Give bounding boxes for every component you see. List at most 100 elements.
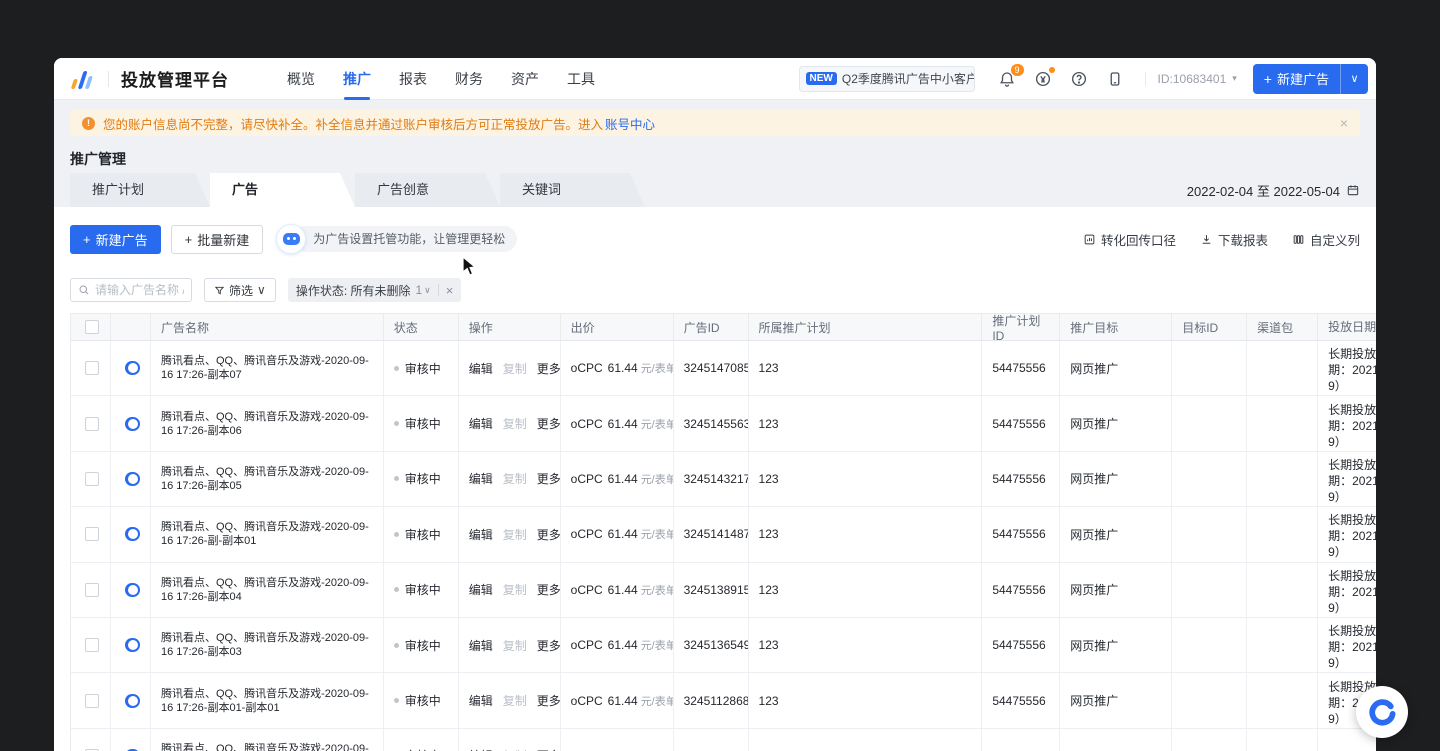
nav-item-finance[interactable]: 财务	[441, 58, 497, 100]
more-link[interactable]: 更多∨	[537, 360, 560, 377]
copy-link[interactable]: 复制	[503, 360, 527, 377]
ad-name[interactable]: 腾讯看点、QQ、腾讯音乐及游戏-2020-09-16 17:26-副	[161, 742, 373, 751]
more-link[interactable]: 更多∨	[537, 470, 560, 487]
status-cell: 审核中	[384, 341, 459, 396]
tab-creatives[interactable]: 广告创意	[355, 173, 500, 207]
account-id[interactable]: ID:10683401 ▾	[1158, 72, 1237, 86]
copy-link[interactable]: 复制	[503, 470, 527, 487]
more-link[interactable]: 更多∨	[537, 692, 560, 709]
status-filter-chip[interactable]: 操作状态: 所有未删除 1 ∨ ×	[287, 278, 462, 302]
bell-icon[interactable]: 9	[998, 63, 1024, 88]
download-icon	[1202, 234, 1211, 244]
ad-name[interactable]: 腾讯看点、QQ、腾讯音乐及游戏-2020-09-16 17:26-副本01-副本…	[161, 687, 373, 715]
row-checkbox[interactable]	[85, 527, 99, 542]
chart-icon	[1084, 234, 1095, 244]
promo-banner[interactable]: NEW Q2季度腾讯广告中小客户激励计划进	[798, 65, 975, 92]
account-warning-banner: ! 您的账户信息尚不完整，请尽快补全。补全信息并通过账户审核后方可正常投放广告。…	[70, 110, 1360, 136]
row-toggle-on[interactable]	[124, 361, 140, 376]
more-link[interactable]: 更多∨	[537, 415, 560, 432]
date-line: 长期投放（	[1328, 624, 1376, 639]
custom-columns-link[interactable]: 自定义列	[1292, 230, 1360, 249]
row-toggle-on[interactable]	[124, 527, 140, 542]
row-checkbox[interactable]	[85, 638, 99, 653]
row-toggle-on[interactable]	[124, 582, 140, 597]
more-link[interactable]: 更多∨	[537, 581, 560, 598]
select-all-checkbox[interactable]	[85, 320, 99, 334]
new-ad-split-button[interactable]: + 新建广告 ∨	[1252, 63, 1368, 94]
copy-link[interactable]: 复制	[503, 581, 527, 598]
col-campaign-id: 推广计划ID	[982, 314, 1061, 343]
close-icon[interactable]: ×	[1340, 115, 1348, 131]
account-center-link[interactable]: 账号中心	[605, 114, 655, 133]
row-toggle-on[interactable]	[124, 693, 140, 708]
copy-link[interactable]: 复制	[503, 526, 527, 543]
col-ad-name: 广告名称	[151, 314, 384, 340]
nav-item-assets[interactable]: 资产	[497, 58, 553, 100]
ad-name[interactable]: 腾讯看点、QQ、腾讯音乐及游戏-2020-09-16 17:26-副本04	[161, 576, 373, 604]
target-cell: 网页推广	[1060, 673, 1173, 728]
hosting-tip[interactable]: 为广告设置托管功能，让管理更轻松	[276, 224, 518, 254]
edit-link[interactable]: 编辑	[469, 692, 493, 709]
conversion-callback-link[interactable]: 转化回传口径	[1083, 230, 1176, 249]
edit-link[interactable]: 编辑	[469, 360, 493, 377]
edit-link[interactable]: 编辑	[469, 581, 493, 598]
row-checkbox[interactable]	[85, 471, 99, 486]
filter-button[interactable]: 筛选 ∨	[204, 278, 276, 302]
rewards-icon[interactable]	[1034, 66, 1055, 88]
download-report-link[interactable]: 下载报表	[1200, 230, 1268, 249]
more-link[interactable]: 更多∨	[537, 637, 560, 654]
copy-link[interactable]: 复制	[503, 692, 527, 709]
campaign-id-cell: 54475556	[982, 562, 1061, 617]
close-icon[interactable]: ×	[446, 283, 454, 298]
help-icon[interactable]	[1070, 70, 1088, 88]
copy-link[interactable]: 复制	[503, 747, 527, 751]
col-campaign: 所属推广计划	[749, 314, 983, 340]
edit-link[interactable]: 编辑	[469, 637, 493, 654]
ad-name[interactable]: 腾讯看点、QQ、腾讯音乐及游戏-2020-09-16 17:26-副本06	[161, 410, 373, 438]
target-id-cell	[1172, 673, 1248, 728]
nav-item-overview[interactable]: 概览	[273, 58, 329, 100]
row-checkbox[interactable]	[85, 361, 99, 376]
date-range-picker[interactable]: 2022-02-04 至 2022-05-04	[1187, 173, 1360, 207]
nav-item-reports[interactable]: 报表	[385, 58, 441, 100]
status-cell: 审核中	[384, 507, 459, 562]
tab-campaigns[interactable]: 推广计划	[70, 173, 210, 207]
plus-icon: +	[83, 231, 91, 247]
assistant-float-button[interactable]	[1356, 686, 1408, 738]
mobile-icon[interactable]	[1106, 70, 1124, 88]
ad-name[interactable]: 腾讯看点、QQ、腾讯音乐及游戏-2020-09-16 17:26-副-副本01	[161, 520, 373, 548]
row-toggle-on[interactable]	[124, 638, 140, 653]
bid-cell: oCPC 61.44元/表单预约	[561, 451, 674, 507]
edit-link[interactable]: 编辑	[469, 415, 493, 432]
search-input[interactable]	[95, 283, 184, 297]
new-ad-label: 新建广告	[1276, 72, 1329, 87]
row-checkbox[interactable]	[85, 582, 99, 597]
filter-row: 筛选 ∨ 操作状态: 所有未删除 1 ∨ ×	[54, 254, 1376, 302]
edit-link[interactable]: 编辑	[469, 470, 493, 487]
row-toggle-on[interactable]	[124, 416, 140, 431]
ad-name[interactable]: 腾讯看点、QQ、腾讯音乐及游戏-2020-09-16 17:26-副本07	[161, 354, 373, 382]
batch-create-button[interactable]: + 批量新建	[170, 224, 264, 254]
row-toggle-on[interactable]	[124, 471, 140, 486]
actions-cell: 编辑 复制 更多∨	[459, 728, 561, 751]
chevron-down-icon[interactable]: ∨	[1341, 64, 1368, 94]
tab-keywords[interactable]: 关键词	[500, 173, 645, 207]
edit-link[interactable]: 编辑	[469, 747, 493, 751]
new-ad-button[interactable]: + 新建广告	[70, 224, 161, 254]
copy-link[interactable]: 复制	[503, 637, 527, 654]
more-link[interactable]: 更多∨	[537, 526, 560, 543]
table-row: 腾讯看点、QQ、腾讯音乐及游戏-2020-09-16 17:26-副本01-副本…	[70, 673, 1376, 729]
ad-name-cell: 腾讯看点、QQ、腾讯音乐及游戏-2020-09-16 17:26-副本05	[151, 451, 384, 507]
row-checkbox[interactable]	[85, 416, 99, 431]
row-checkbox[interactable]	[85, 693, 99, 708]
table-row: 腾讯看点、QQ、腾讯音乐及游戏-2020-09-16 17:26-副-副本01 …	[70, 507, 1376, 563]
tab-ads[interactable]: 广告	[210, 173, 355, 207]
ad-name[interactable]: 腾讯看点、QQ、腾讯音乐及游戏-2020-09-16 17:26-副本03	[161, 631, 373, 659]
nav-item-tools[interactable]: 工具	[553, 58, 609, 100]
copy-link[interactable]: 复制	[503, 415, 527, 432]
chevron-down-icon[interactable]: ∨	[424, 285, 431, 296]
edit-link[interactable]: 编辑	[469, 526, 493, 543]
ad-name[interactable]: 腾讯看点、QQ、腾讯音乐及游戏-2020-09-16 17:26-副本05	[161, 465, 373, 493]
nav-item-promotion[interactable]: 推广	[329, 58, 385, 100]
more-link[interactable]: 更多∨	[537, 747, 560, 751]
